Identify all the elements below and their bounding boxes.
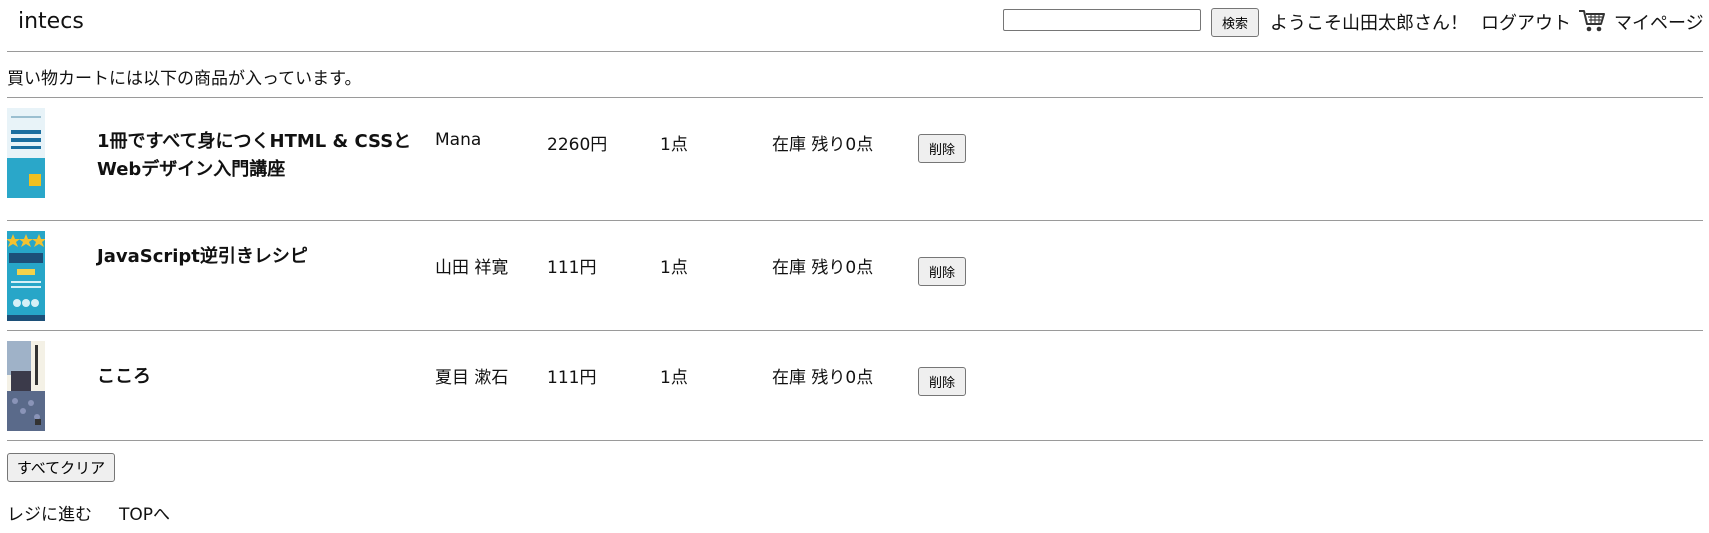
divider (7, 97, 1703, 98)
product-price: 2260円 (547, 135, 608, 155)
product-stock: 在庫 残り0点 (772, 368, 874, 388)
product-quantity: 1点 (660, 258, 688, 278)
divider (7, 330, 1703, 331)
cart-intro-text: 買い物カートには以下の商品が入っています。 (7, 69, 362, 89)
product-author: 山田 祥寛 (435, 258, 509, 278)
product-stock: 在庫 残り0点 (772, 258, 874, 278)
divider (7, 51, 1703, 52)
delete-button[interactable]: 削除 (918, 134, 966, 163)
shopping-cart-icon[interactable] (1578, 8, 1606, 34)
site-logo[interactable]: intecs (18, 9, 84, 34)
divider (7, 220, 1703, 221)
top-page-link[interactable]: TOPへ (119, 500, 170, 525)
mypage-link[interactable]: マイページ (1614, 9, 1704, 35)
book-cover-image (7, 231, 45, 321)
product-stock: 在庫 残り0点 (772, 135, 874, 155)
clear-all-button[interactable]: すべてクリア (7, 453, 115, 482)
product-price: 111円 (547, 258, 597, 278)
divider (7, 440, 1703, 441)
product-quantity: 1点 (660, 368, 688, 388)
product-title[interactable]: こころ (97, 363, 427, 391)
logout-link[interactable]: ログアウト (1481, 9, 1571, 35)
product-title[interactable]: 1冊ですべて身につくHTML & CSSとWebデザイン入門講座 (97, 128, 427, 184)
delete-button[interactable]: 削除 (918, 367, 966, 396)
delete-button[interactable]: 削除 (918, 257, 966, 286)
product-author: 夏目 漱石 (435, 368, 509, 388)
product-author: Mana (435, 130, 482, 150)
search-input[interactable] (1003, 9, 1201, 31)
book-cover-image (7, 341, 45, 431)
welcome-message: ようこそ山田太郎さん！ (1270, 13, 1468, 34)
product-title[interactable]: JavaScript逆引きレシピ (97, 243, 427, 271)
product-quantity: 1点 (660, 135, 688, 155)
book-cover-image (7, 108, 45, 198)
product-price: 111円 (547, 368, 597, 388)
header: intecs 検索 ようこそ山田太郎さん！ ログアウト マイページ (0, 0, 1709, 50)
checkout-link[interactable]: レジに進む (7, 500, 92, 525)
search-button[interactable]: 検索 (1211, 8, 1259, 37)
